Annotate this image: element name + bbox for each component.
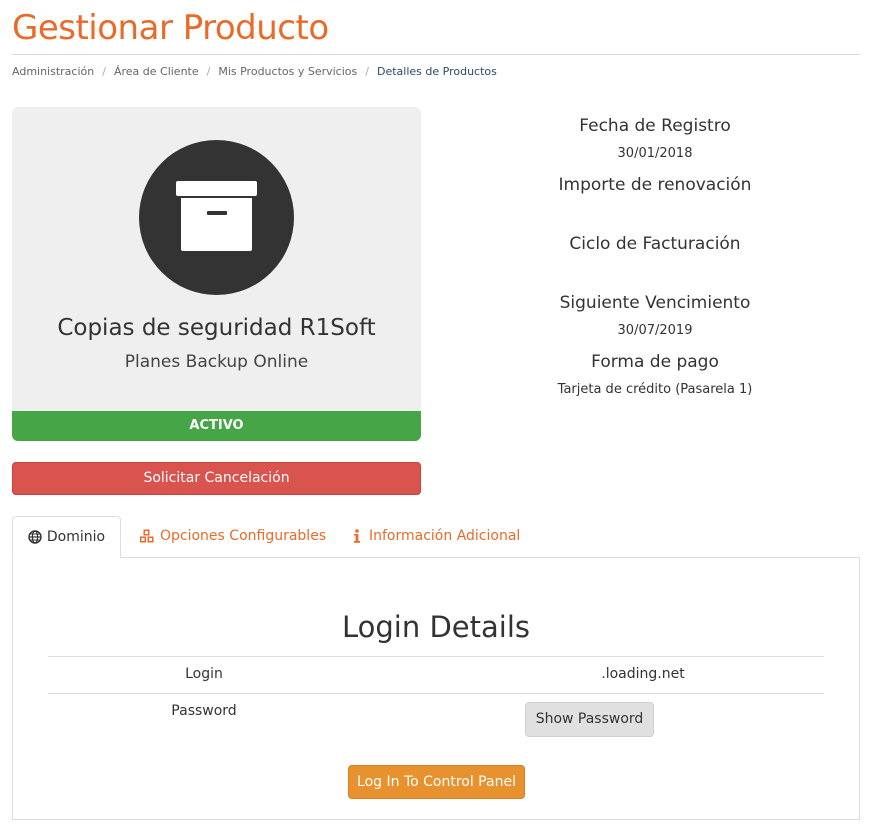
- product-name: Copias de seguridad R1Soft: [57, 315, 376, 341]
- table-divider: [48, 693, 824, 694]
- breadcrumb: Administración / Área de Cliente / Mis Produ…: [12, 65, 497, 78]
- product-group: Planes Backup Online: [124, 352, 309, 372]
- breadcrumb-separator: /: [206, 65, 211, 78]
- tab-additional-info-label: Información Adicional: [369, 528, 521, 544]
- box-lid: [176, 181, 257, 196]
- breadcrumb-item-client-area[interactable]: Área de Cliente: [114, 65, 199, 78]
- archive-box-icon: [139, 140, 294, 295]
- box-handle: [207, 211, 227, 215]
- renewal-amount-value: [440, 198, 870, 232]
- payment-method-value: Tarjeta de crédito (Pasarela 1): [557, 382, 753, 397]
- breadcrumb-item-current: Detalles de Productos: [376, 65, 497, 78]
- next-due-label: Siguiente Vencimiento: [559, 293, 751, 313]
- tab-bar: Dominio Opciones Configurables Informaci…: [12, 516, 860, 558]
- billing-cycle-label: Ciclo de Facturación: [569, 234, 741, 254]
- next-due-value: 30/07/2019: [617, 323, 693, 338]
- tab-configurable-options-label: Opciones Configurables: [160, 528, 327, 544]
- tab-configurable-options[interactable]: Opciones Configurables: [139, 516, 326, 558]
- login-control-panel-button[interactable]: Log In To Control Panel: [348, 765, 525, 799]
- billing-cycle-value: [440, 257, 870, 291]
- tab-additional-info[interactable]: Información Adicional: [353, 516, 520, 558]
- table-divider: [48, 656, 824, 657]
- breadcrumb-item-products[interactable]: Mis Productos y Servicios: [218, 65, 357, 78]
- cubes-icon: [140, 529, 154, 543]
- breadcrumb-separator: /: [365, 65, 369, 78]
- request-cancellation-button[interactable]: Solicitar Cancelación: [12, 462, 421, 495]
- show-password-button[interactable]: Show Password: [525, 702, 654, 737]
- info-icon: [354, 529, 360, 543]
- status-badge: ACTIVO: [12, 411, 421, 441]
- breadcrumb-item-admin[interactable]: Administración: [12, 65, 94, 78]
- product-info: Fecha de Registro 30/01/2018 Importe de …: [440, 114, 870, 409]
- product-card: Copias de seguridad R1Soft Planes Backup…: [12, 107, 421, 441]
- tab-panel-domain: Login Details Login .loading.net Passwor…: [12, 557, 860, 820]
- globe-icon: [28, 530, 42, 544]
- login-label: Login: [185, 666, 223, 682]
- renewal-amount-label: Importe de renovación: [558, 175, 752, 195]
- page-title: Gestionar Producto: [12, 8, 329, 48]
- login-value: .loading.net: [601, 666, 685, 682]
- registration-date-value: 30/01/2018: [617, 146, 693, 161]
- breadcrumb-separator: /: [102, 65, 106, 78]
- password-label: Password: [171, 703, 237, 719]
- tab-domain[interactable]: Dominio: [12, 516, 121, 558]
- box-body: [181, 198, 252, 251]
- tab-domain-label: Dominio: [46, 529, 106, 545]
- title-divider: [12, 54, 860, 55]
- payment-method-label: Forma de pago: [591, 352, 719, 372]
- registration-date-label: Fecha de Registro: [579, 116, 731, 136]
- login-details-heading: Login Details: [342, 610, 530, 644]
